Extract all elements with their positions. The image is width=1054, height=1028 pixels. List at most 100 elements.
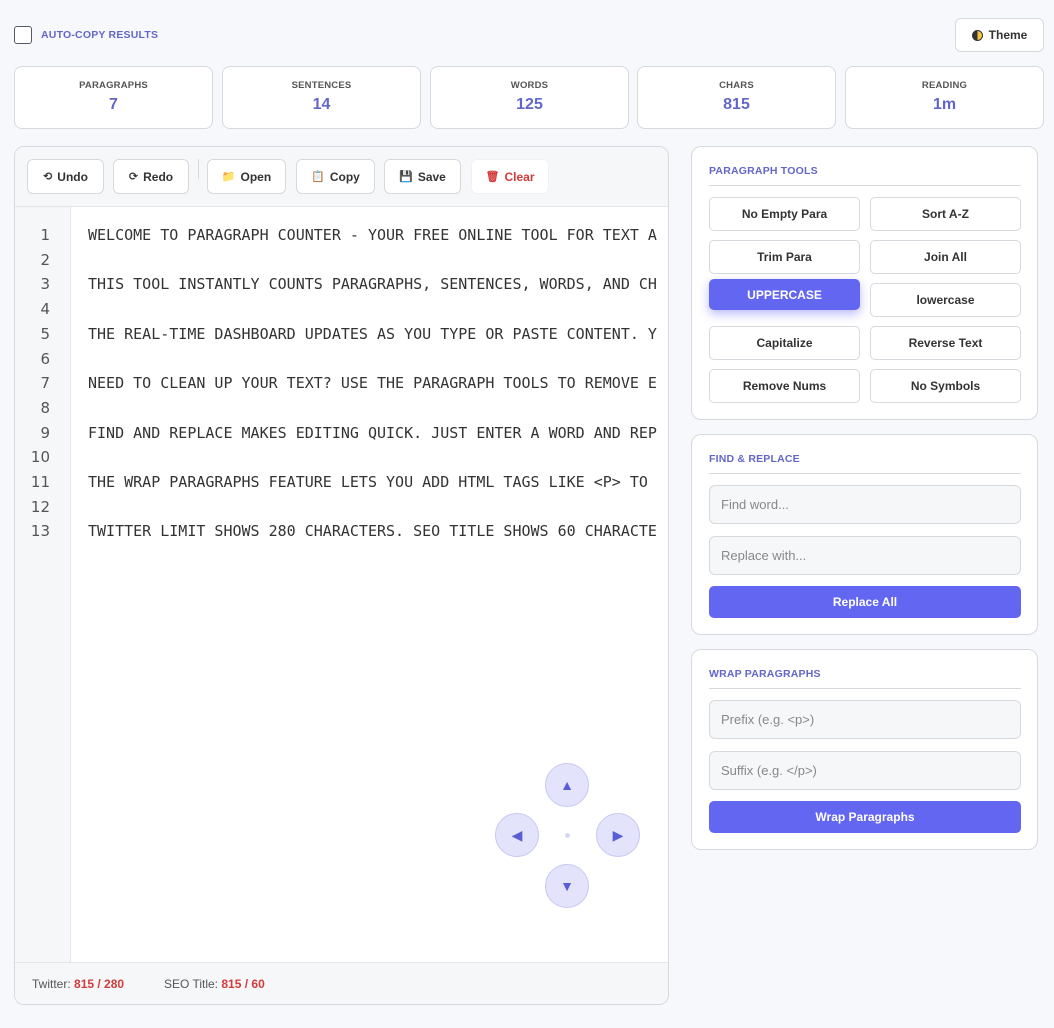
seo-value: 815 / 60	[221, 977, 265, 991]
scroll-right-button[interactable]: ▶	[596, 813, 640, 857]
clear-button[interactable]: 🗑 Clear	[471, 159, 549, 194]
theme-button[interactable]: Theme	[955, 18, 1044, 52]
line-number: 8	[40, 399, 50, 417]
editor-line: WELCOME TO PARAGRAPH COUNTER - YOUR FREE…	[88, 226, 657, 244]
auto-copy-toggle[interactable]: AUTO-COPY RESULTS	[14, 26, 158, 44]
prefix-input[interactable]	[709, 700, 1021, 739]
stat-label: PARAGRAPHS	[79, 80, 148, 91]
editor-toolbar: ⟲ Undo ⟳ Redo 📁 Open 📋 Copy 💾 Save 🗑 Cle…	[15, 147, 668, 207]
editor-line: FIND AND REPLACE MAKES EDITING QUICK. JU…	[88, 424, 657, 442]
arrow-down-icon: ▼	[560, 878, 574, 894]
editor-line: TWITTER LIMIT SHOWS 280 CHARACTERS. SEO …	[88, 522, 657, 540]
twitter-limit: Twitter: 815 / 280	[32, 977, 124, 991]
stat-label: CHARS	[719, 80, 754, 91]
editor-line: THE WRAP PARAGRAPHS FEATURE LETS YOU ADD…	[88, 473, 648, 491]
line-number: 4	[40, 300, 50, 318]
stat-value: 7	[109, 96, 118, 113]
trim-para-button[interactable]: Trim Para	[709, 240, 860, 274]
scroll-left-button[interactable]: ◀	[495, 813, 539, 857]
find-replace-title: FIND & REPLACE	[709, 453, 1021, 474]
sort-a-z-button[interactable]: Sort A-Z	[870, 197, 1021, 231]
wrap-paragraphs-panel: WRAP PARAGRAPHS Wrap Paragraphs	[691, 649, 1038, 850]
seo-title-limit: SEO Title: 815 / 60	[164, 977, 265, 991]
wrap-paragraphs-button[interactable]: Wrap Paragraphs	[709, 801, 1021, 833]
find-input[interactable]	[709, 485, 1021, 524]
redo-button[interactable]: ⟳ Redo	[113, 159, 189, 194]
clear-label: Clear	[504, 169, 535, 184]
stat-value: 1m	[932, 96, 957, 113]
stat-value: 125	[516, 96, 543, 113]
paragraph-tools-title: PARAGRAPH TOOLS	[709, 165, 1021, 186]
half-moon-icon	[971, 29, 983, 41]
stat-card-words: WORDS 125	[430, 66, 629, 129]
lowercase-button[interactable]: lowercase	[870, 283, 1021, 317]
scroll-down-button[interactable]: ▼	[545, 864, 589, 908]
capitalize-button[interactable]: Capitalize	[709, 326, 860, 360]
replace-all-button[interactable]: Replace All	[709, 586, 1021, 618]
stat-label: SENTENCES	[291, 80, 352, 91]
copy-button[interactable]: 📋 Copy	[296, 159, 375, 194]
line-number: 13	[30, 522, 50, 540]
toolbar-divider	[198, 159, 199, 179]
text-editor[interactable]: WELCOME TO PARAGRAPH COUNTER - YOUR FREE…	[88, 207, 668, 963]
theme-button-label: Theme	[988, 28, 1028, 42]
save-button[interactable]: 💾 Save	[384, 159, 461, 194]
open-button[interactable]: 📁 Open	[207, 159, 286, 194]
redo-icon: ⟳	[128, 171, 139, 183]
line-number: 1	[40, 226, 50, 244]
editor-line: THE REAL-TIME DASHBOARD UPDATES AS YOU T…	[88, 325, 657, 343]
arrow-right-icon: ▶	[612, 826, 624, 843]
undo-icon: ⟲	[43, 171, 53, 183]
line-number: 10	[30, 448, 50, 466]
line-number: 7	[40, 374, 50, 392]
stat-value: 14	[312, 96, 331, 113]
redo-label: Redo	[143, 169, 174, 184]
seo-label: SEO Title:	[164, 977, 219, 991]
line-number: 2	[40, 251, 50, 269]
stat-label: WORDS	[510, 80, 549, 91]
open-label: Open	[240, 169, 272, 184]
clipboard-icon: 📋	[311, 171, 325, 183]
auto-copy-label: AUTO-COPY RESULTS	[41, 29, 159, 41]
stat-label: READING	[921, 80, 968, 91]
no-empty-para-button[interactable]: No Empty Para	[709, 197, 860, 231]
arrow-up-icon: ▲	[560, 777, 574, 793]
editor-line: NEED TO CLEAN UP YOUR TEXT? USE THE PARA…	[88, 374, 657, 392]
line-number: 3	[40, 275, 50, 293]
reverse-text-button[interactable]: Reverse Text	[870, 326, 1021, 360]
join-all-button[interactable]: Join All	[870, 240, 1021, 274]
replace-input[interactable]	[709, 536, 1021, 575]
line-number-gutter: 1 2 3 4 5 6 7 8 9 10 11 12 13	[15, 207, 71, 963]
no-symbols-button[interactable]: No Symbols	[870, 369, 1021, 403]
copy-label: Copy	[329, 169, 360, 184]
wrap-paragraphs-title: WRAP PARAGRAPHS	[709, 668, 1021, 689]
paragraph-tools-panel: PARAGRAPH TOOLS No Empty Para Sort A-Z T…	[691, 146, 1038, 420]
editor-footer: Twitter: 815 / 280 SEO Title: 815 / 60	[15, 962, 668, 1004]
stat-card-sentences: SENTENCES 14	[222, 66, 421, 129]
undo-label: Undo	[57, 169, 88, 184]
stat-value: 815	[723, 96, 750, 113]
arrow-left-icon: ◀	[511, 826, 523, 843]
editor-line: THIS TOOL INSTANTLY COUNTS PARAGRAPHS, S…	[88, 275, 657, 293]
folder-icon: 📁	[221, 171, 236, 183]
stat-card-reading: READING 1m	[845, 66, 1044, 129]
trash-icon: 🗑	[485, 171, 500, 183]
editor-panel: ⟲ Undo ⟳ Redo 📁 Open 📋 Copy 💾 Save 🗑 Cle…	[14, 146, 669, 1005]
floppy-disk-icon: 💾	[399, 171, 413, 183]
undo-button[interactable]: ⟲ Undo	[27, 159, 104, 194]
line-number: 5	[40, 325, 50, 343]
uppercase-button[interactable]: UPPERCASE	[709, 279, 860, 310]
suffix-input[interactable]	[709, 751, 1021, 790]
line-number: 9	[40, 424, 50, 442]
auto-copy-checkbox[interactable]	[14, 26, 32, 44]
line-number: 12	[30, 498, 50, 516]
stat-card-paragraphs: PARAGRAPHS 7	[14, 66, 213, 129]
dpad-center-dot	[565, 833, 570, 838]
stat-card-chars: CHARS 815	[637, 66, 836, 129]
save-label: Save	[417, 169, 446, 184]
remove-nums-button[interactable]: Remove Nums	[709, 369, 860, 403]
top-bar: AUTO-COPY RESULTS Theme	[14, 18, 1044, 52]
twitter-label: Twitter:	[32, 977, 71, 991]
twitter-value: 815 / 280	[74, 977, 125, 991]
scroll-up-button[interactable]: ▲	[545, 763, 589, 807]
